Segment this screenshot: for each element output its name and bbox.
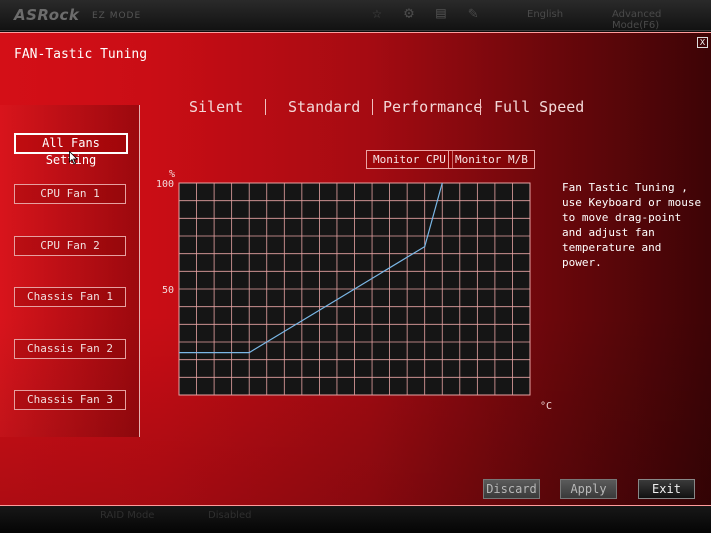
preset-silent-tab[interactable]: Silent <box>189 98 243 116</box>
fan-chassis1-button[interactable]: Chassis Fan 1 <box>14 287 126 307</box>
fan-curve-chart[interactable]: 025507510050100%°C <box>155 166 555 411</box>
preset-separator <box>372 99 373 115</box>
drag-point[interactable] <box>440 181 444 185</box>
preset-standard-tab[interactable]: Standard <box>288 98 360 116</box>
star-icon[interactable]: ☆ <box>368 4 386 22</box>
edit-icon[interactable]: ✎ <box>464 4 482 22</box>
top-bar: ASRock EZ MODE ☆ ⚙ ▤ ✎ English Advanced … <box>0 0 711 31</box>
tool-icon[interactable]: ⚙ <box>400 4 418 22</box>
y-tick-label: 100 <box>156 179 174 190</box>
x-axis-label: °C <box>540 401 552 411</box>
advanced-mode-link[interactable]: Advanced Mode(F6) <box>612 9 711 31</box>
fan-cpu2-button[interactable]: CPU Fan 2 <box>14 236 126 256</box>
mode-label: EZ MODE <box>92 11 142 21</box>
close-button[interactable]: X <box>697 37 708 48</box>
y-axis-label: % <box>169 169 175 180</box>
bottom-bar: RAID Mode Disabled <box>0 505 711 533</box>
help-text: Fan Tastic Tuning , use Keyboard or mous… <box>562 181 702 269</box>
raid-mode-label: RAID Mode <box>100 510 155 521</box>
fan-chassis2-button[interactable]: Chassis Fan 2 <box>14 339 126 359</box>
preset-full-speed-tab[interactable]: Full Speed <box>494 98 584 116</box>
drag-point[interactable] <box>423 245 427 249</box>
preset-performance-tab[interactable]: Performance <box>383 98 482 116</box>
language-select[interactable]: English <box>527 9 563 20</box>
sidebar-divider <box>139 105 140 437</box>
fan-tuning-dialog: FAN-Tastic Tuning X All Fans Setting CPU… <box>0 32 711 506</box>
dialog-title: FAN-Tastic Tuning <box>14 47 148 62</box>
exit-button[interactable]: Exit <box>638 479 695 499</box>
apply-button[interactable]: Apply <box>560 479 617 499</box>
fan-cpu1-button[interactable]: CPU Fan 1 <box>14 184 126 204</box>
mouse-cursor-icon <box>69 151 78 165</box>
y-tick-label: 50 <box>162 285 174 296</box>
note-icon[interactable]: ▤ <box>432 4 450 22</box>
drag-point[interactable] <box>177 351 181 355</box>
drag-point[interactable] <box>247 351 251 355</box>
preset-separator <box>265 99 266 115</box>
brand-logo: ASRock <box>14 6 80 24</box>
raid-mode-value: Disabled <box>208 510 252 521</box>
discard-button[interactable]: Discard <box>483 479 540 499</box>
preset-separator <box>480 99 481 115</box>
fan-chassis3-button[interactable]: Chassis Fan 3 <box>14 390 126 410</box>
